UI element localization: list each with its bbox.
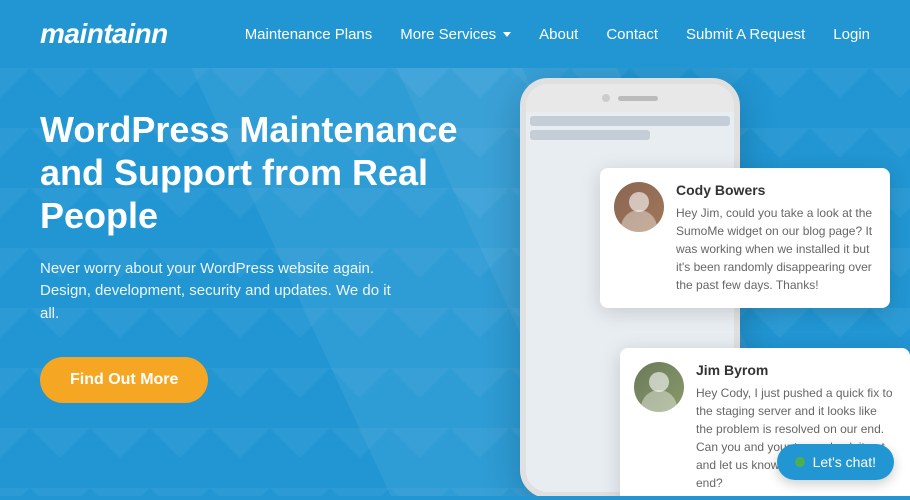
avatar-cody bbox=[614, 182, 664, 232]
hero-subtitle: Never worry about your WordPress website… bbox=[40, 258, 400, 326]
phone-speaker bbox=[618, 96, 658, 101]
hero-left: WordPress Maintenance and Support from R… bbox=[40, 88, 460, 496]
hero-right: Cody Bowers Hey Jim, could you take a lo… bbox=[460, 88, 870, 496]
nav-login[interactable]: Login bbox=[833, 26, 870, 43]
header: maintainn Maintenance Plans More Service… bbox=[0, 0, 910, 68]
card-text-cody: Hey Jim, could you take a look at the Su… bbox=[676, 204, 876, 294]
message-card-cody: Cody Bowers Hey Jim, could you take a lo… bbox=[600, 168, 890, 308]
hero-title: WordPress Maintenance and Support from R… bbox=[40, 108, 460, 238]
nav-about[interactable]: About bbox=[539, 26, 578, 43]
phone-camera bbox=[602, 94, 610, 102]
person-head-jim bbox=[649, 372, 669, 392]
hero-section: WordPress Maintenance and Support from R… bbox=[0, 68, 910, 496]
person-body-jim bbox=[641, 390, 677, 412]
card-name-jim: Jim Byrom bbox=[696, 362, 896, 378]
phone-top-bar bbox=[526, 84, 734, 112]
online-indicator bbox=[795, 457, 805, 467]
chat-label: Let's chat! bbox=[813, 454, 876, 470]
person-body bbox=[621, 210, 657, 232]
main-nav: Maintenance Plans More Services About Co… bbox=[245, 26, 870, 43]
person-head bbox=[629, 192, 649, 212]
logo-text: maintainn bbox=[40, 18, 168, 49]
phone-screen-bar-short bbox=[530, 130, 650, 140]
chat-bubble[interactable]: Let's chat! bbox=[777, 444, 894, 480]
nav-maintenance-plans[interactable]: Maintenance Plans bbox=[245, 26, 373, 43]
card-content-cody: Cody Bowers Hey Jim, could you take a lo… bbox=[676, 182, 876, 294]
avatar-jim bbox=[634, 362, 684, 412]
nav-more-services[interactable]: More Services bbox=[400, 26, 511, 43]
nav-contact[interactable]: Contact bbox=[606, 26, 658, 43]
phone-screen-bar bbox=[530, 116, 730, 126]
nav-submit-request[interactable]: Submit A Request bbox=[686, 26, 805, 43]
find-out-more-button[interactable]: Find Out More bbox=[40, 357, 208, 403]
card-name-cody: Cody Bowers bbox=[676, 182, 876, 198]
logo: maintainn bbox=[40, 18, 168, 50]
chevron-down-icon bbox=[503, 32, 511, 37]
